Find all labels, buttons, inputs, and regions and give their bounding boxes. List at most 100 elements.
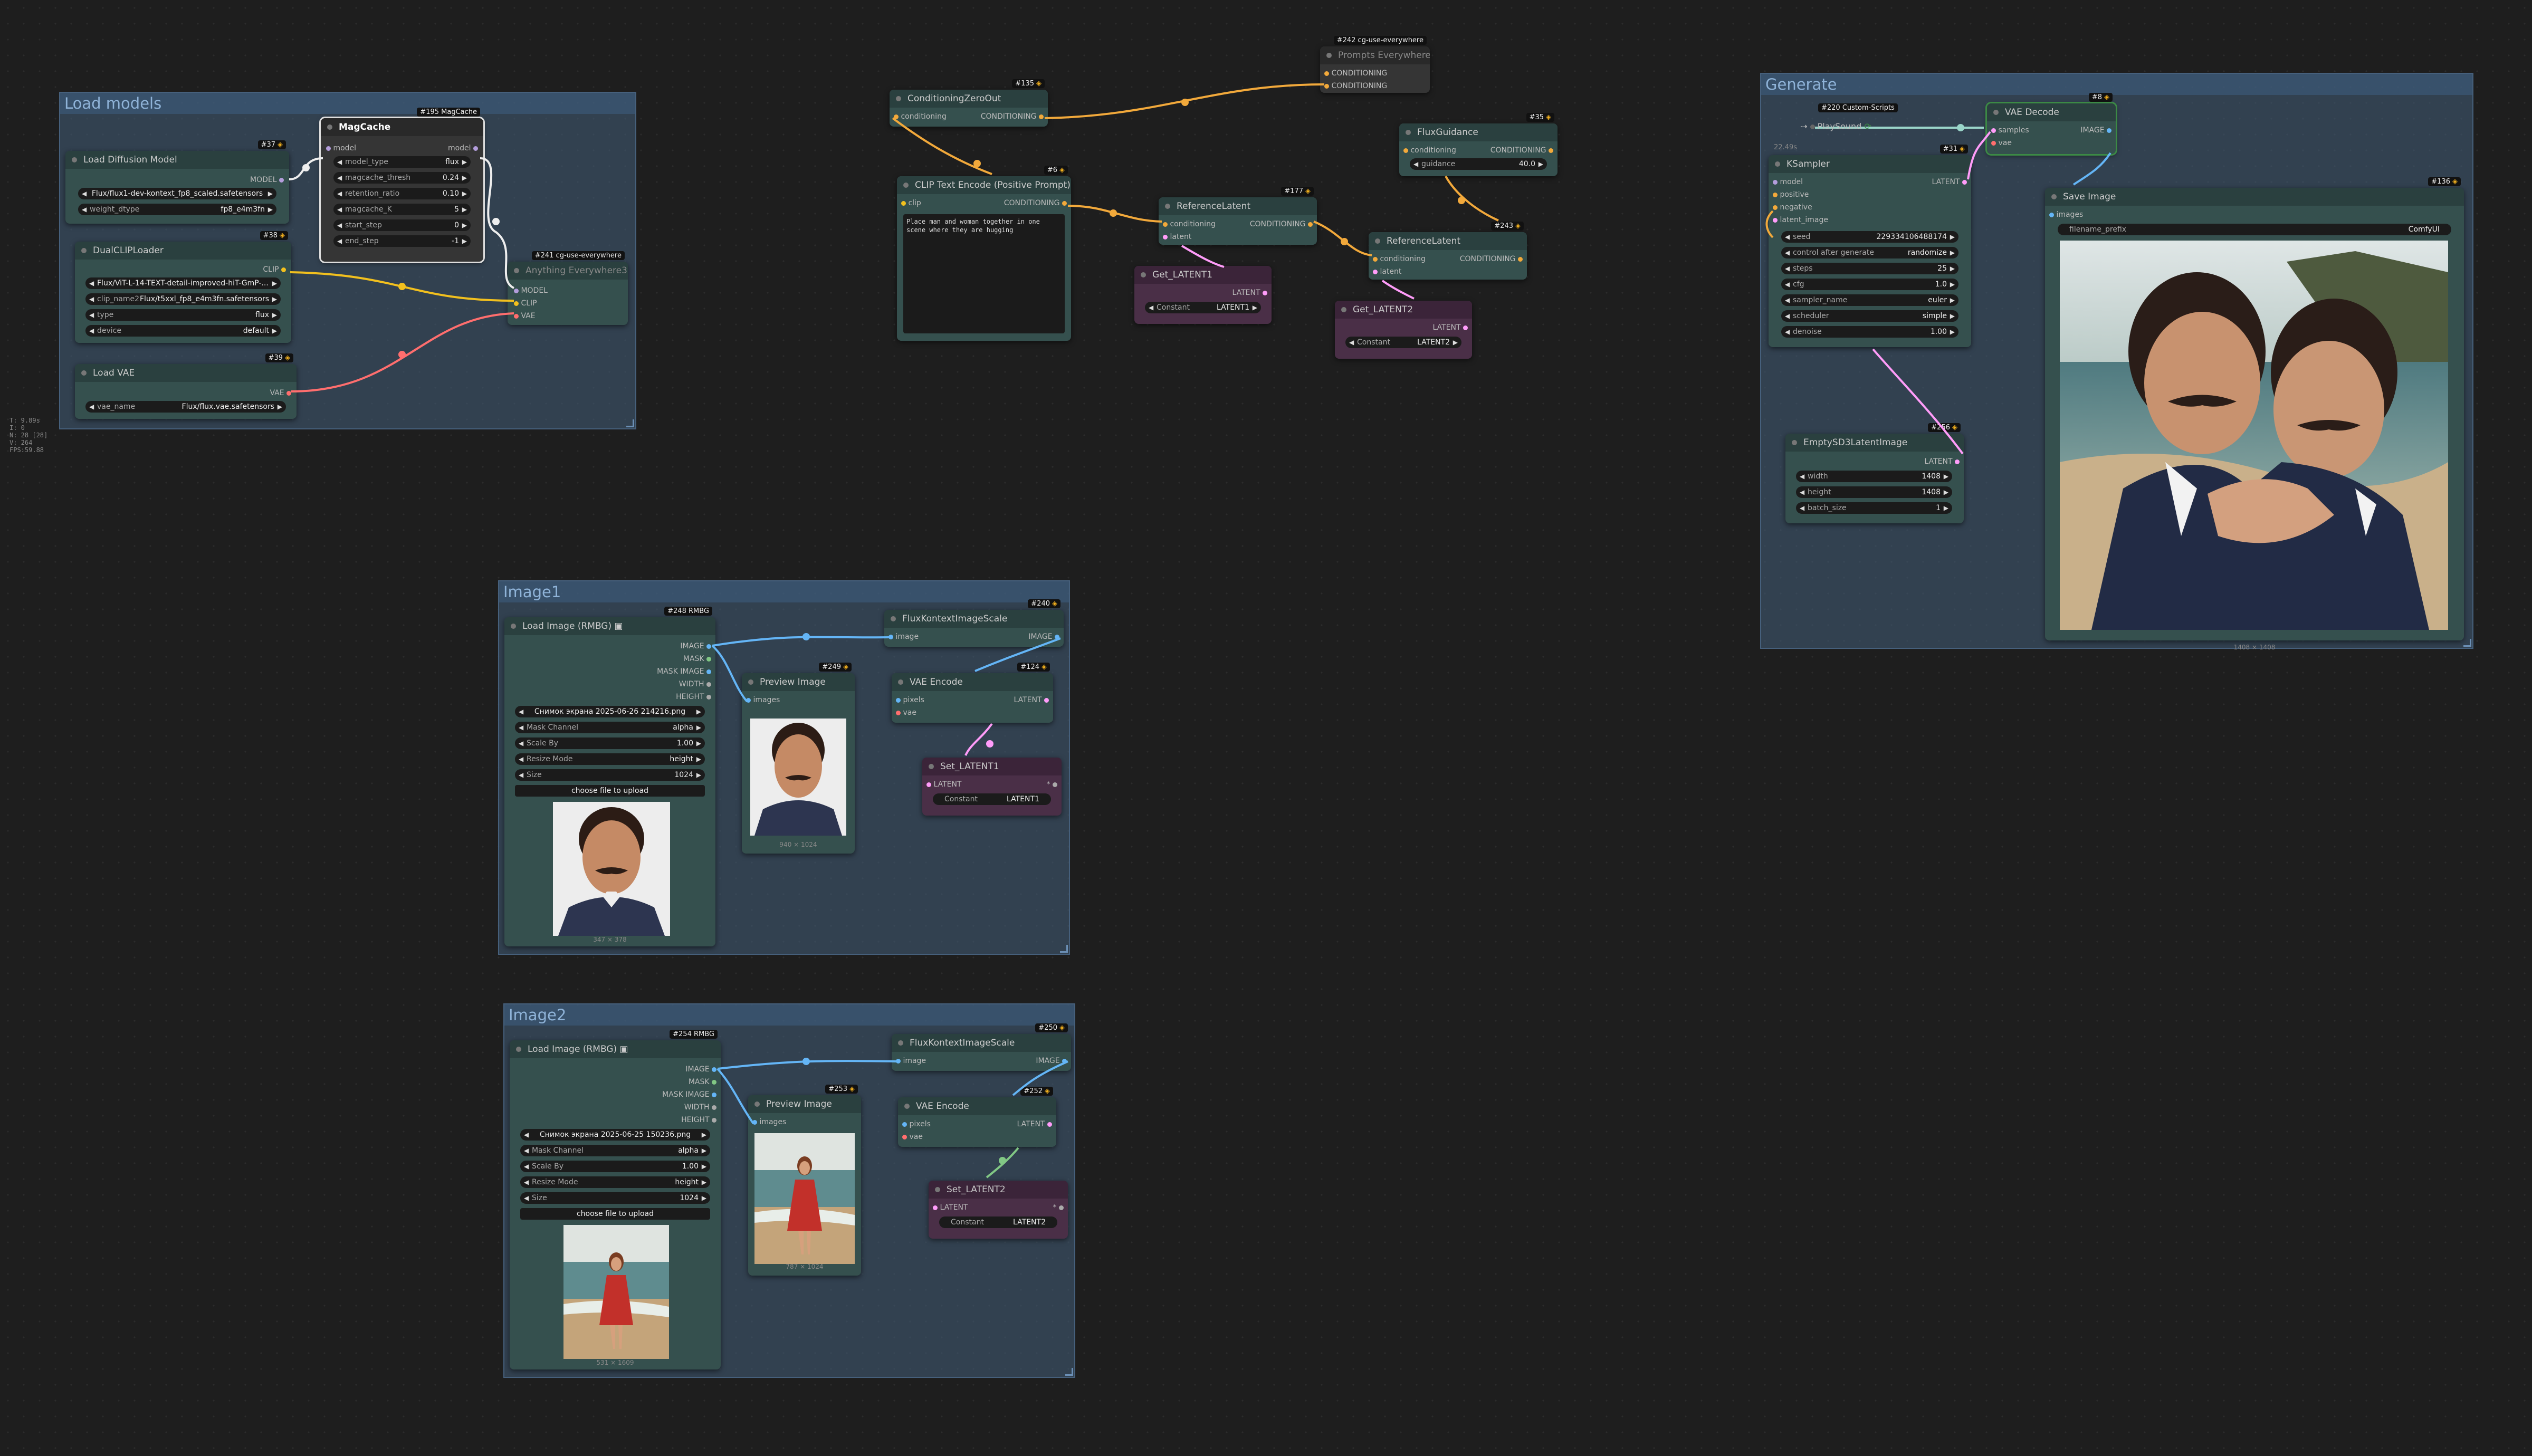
node-title[interactable]: Anything Everywhere3	[508, 262, 628, 280]
node-anything-everywhere[interactable]: #241 cg-use-everywhere Anything Everywhe…	[508, 251, 628, 325]
input-latent[interactable]: LATENT	[933, 1203, 968, 1212]
widget-resize-mode[interactable]: ◀ Resize Mode height ▶	[520, 1176, 710, 1188]
node-title[interactable]: ReferenceLatent	[1369, 232, 1527, 250]
input-latent-image[interactable]: latent_image	[1773, 215, 1828, 225]
node-empty-sd3-latent-image[interactable]: #256 ◈ EmptySD3LatentImage LATENT ◀ width 1…	[1785, 423, 1964, 523]
widget-steps[interactable]: ◀ steps 25 ▶	[1781, 263, 1958, 274]
node-dot-icon[interactable]	[898, 679, 903, 685]
output-latent[interactable]: LATENT	[1017, 1119, 1052, 1129]
output-mask-image[interactable]: MASK IMAGE	[662, 1090, 716, 1099]
output-conditioning[interactable]: CONDITIONING	[981, 112, 1044, 121]
node-vae-encode-1[interactable]: #124 ◈ VAE Encode pixels vae LATENT	[892, 663, 1053, 723]
output-any[interactable]: *	[1053, 1203, 1064, 1212]
node-title[interactable]: Save Image	[2045, 188, 2464, 206]
node-load-diffusion-model[interactable]: #37 ◈ Load Diffusion Model MODEL ◀ Flux/fl…	[65, 140, 289, 224]
arrow-right-icon[interactable]: ▶	[1950, 279, 1955, 290]
arrow-right-icon[interactable]: ▶	[702, 1192, 706, 1204]
widget-resize-mode[interactable]: ◀ Resize Mode height ▶	[515, 753, 705, 765]
widget-constant[interactable]: ◀ Constant LATENT1 ▶	[1145, 302, 1261, 313]
input-model[interactable]: model	[326, 143, 356, 153]
node-dot-icon[interactable]	[1993, 110, 1999, 115]
widget-image-file[interactable]: ◀ Снимок экрана 2025-06-26 214216.png ▶	[515, 706, 705, 717]
widget-constant[interactable]: Constant LATENT2	[939, 1216, 1057, 1228]
input-pixels[interactable]: pixels	[896, 695, 924, 705]
arrow-right-icon[interactable]: ▶	[1944, 486, 1948, 498]
node-dot-icon[interactable]	[748, 679, 753, 685]
output-latent[interactable]: LATENT	[1925, 457, 1960, 466]
widget-scale-by[interactable]: ◀ Scale By 1.00 ▶	[520, 1161, 710, 1172]
output-model[interactable]: MODEL	[250, 175, 284, 185]
output-height[interactable]: HEIGHT	[676, 692, 711, 702]
arrow-right-icon[interactable]: ▶	[1944, 471, 1948, 482]
upload-button[interactable]: choose file to upload	[515, 785, 705, 797]
widget-clip-name2[interactable]: ◀ clip_name2 Flux/t5xxl_fp8_e4m3fn.safeten…	[85, 293, 281, 305]
bypass-icon[interactable]: ◈	[280, 232, 285, 240]
input-conditioning[interactable]: CONDITIONING	[1324, 81, 1387, 91]
output-image[interactable]: IMAGE	[680, 641, 711, 651]
node-dot-icon[interactable]	[898, 1040, 903, 1046]
node-dot-icon[interactable]	[903, 183, 909, 188]
output-latent[interactable]: LATENT	[1014, 695, 1049, 705]
widget-sampler-name[interactable]: ◀ sampler_name euler ▶	[1781, 294, 1958, 306]
arrow-right-icon[interactable]: ▶	[462, 235, 467, 247]
node-title[interactable]: DualCLIPLoader	[75, 242, 291, 260]
output-mask-image[interactable]: MASK IMAGE	[657, 667, 711, 676]
node-dot-icon[interactable]	[904, 1104, 910, 1109]
output-clip[interactable]: CLIP	[263, 265, 286, 274]
output-conditioning[interactable]: CONDITIONING	[1460, 254, 1523, 264]
arrow-right-icon[interactable]: ▶	[268, 188, 273, 199]
node-dot-icon[interactable]	[511, 624, 516, 629]
input-latent[interactable]: latent	[1373, 267, 1401, 276]
arrow-right-icon[interactable]: ▶	[268, 204, 273, 215]
arrow-left-icon[interactable]: ◀	[337, 156, 342, 168]
output-latent[interactable]: LATENT	[1433, 323, 1468, 332]
widget-mask-channel[interactable]: ◀ Mask Channel alpha ▶	[520, 1145, 710, 1156]
arrow-right-icon[interactable]: ▶	[278, 401, 282, 413]
input-conditioning[interactable]: conditioning	[1163, 219, 1216, 229]
arrow-left-icon[interactable]: ◀	[1785, 263, 1790, 274]
node-reference-latent-1[interactable]: #177 ◈ ReferenceLatent conditioning laten…	[1159, 187, 1317, 245]
arrow-right-icon[interactable]: ▶	[272, 277, 277, 289]
arrow-right-icon[interactable]: ▶	[1950, 247, 1955, 258]
node-dot-icon[interactable]	[1406, 130, 1411, 135]
arrow-left-icon[interactable]: ◀	[1800, 502, 1804, 514]
node-title[interactable]: VAE Decode	[1987, 103, 2116, 121]
arrow-left-icon[interactable]: ◀	[337, 219, 342, 231]
node-title[interactable]: FluxKontextImageScale	[884, 610, 1064, 628]
widget-scale-by[interactable]: ◀ Scale By 1.00 ▶	[515, 737, 705, 749]
input-images[interactable]: images	[2049, 210, 2083, 219]
bypass-icon[interactable]: ◈	[843, 663, 848, 671]
arrow-left-icon[interactable]: ◀	[1800, 486, 1804, 498]
output-conditioning[interactable]: CONDITIONING	[1004, 198, 1067, 208]
widget-clip-name1[interactable]: ◀ Flux/ViT-L-14-TEXT-detail-improved-hiT-…	[85, 277, 281, 289]
arrow-left-icon[interactable]: ◀	[524, 1176, 529, 1188]
output-width[interactable]: WIDTH	[679, 679, 711, 689]
bypass-icon[interactable]: ◈	[1059, 1024, 1065, 1032]
bypass-icon[interactable]: ◈	[1045, 1087, 1050, 1095]
bypass-icon[interactable]: ◈	[2452, 178, 2458, 186]
bypass-icon[interactable]: ◈	[1059, 166, 1065, 174]
arrow-left-icon[interactable]: ◀	[1413, 158, 1418, 170]
bypass-icon[interactable]: ◈	[1042, 663, 1047, 671]
widget-weight-dtype[interactable]: ◀ weight_dtype fp8_e4m3fn ▶	[78, 204, 276, 215]
node-title[interactable]: Set_LATENT1	[922, 758, 1062, 775]
node-title[interactable]: MagCache	[321, 118, 483, 136]
group-title[interactable]: Image1	[499, 581, 1069, 602]
node-dot-icon[interactable]	[754, 1101, 760, 1107]
node-dot-icon[interactable]	[1141, 272, 1146, 277]
output-image-preview[interactable]	[2060, 241, 2448, 630]
arrow-right-icon[interactable]: ▶	[1539, 158, 1543, 170]
arrow-right-icon[interactable]: ▶	[1944, 502, 1948, 514]
node-magcache[interactable]: #195 MagCache MagCache model model ◀ mode…	[319, 108, 485, 263]
arrow-right-icon[interactable]: ▶	[1950, 310, 1955, 322]
bypass-icon[interactable]: ◈	[1052, 600, 1057, 608]
arrow-left-icon[interactable]: ◀	[519, 737, 523, 749]
arrow-left-icon[interactable]: ◀	[519, 722, 523, 733]
input-images[interactable]: images	[752, 1117, 786, 1127]
arrow-left-icon[interactable]: ◀	[337, 188, 342, 199]
output-width[interactable]: WIDTH	[684, 1103, 716, 1112]
arrow-left-icon[interactable]: ◀	[1785, 310, 1790, 322]
input-image[interactable]: image	[896, 1056, 926, 1066]
node-title[interactable]: Get_LATENT1	[1134, 266, 1272, 284]
arrow-left-icon[interactable]: ◀	[519, 753, 523, 765]
